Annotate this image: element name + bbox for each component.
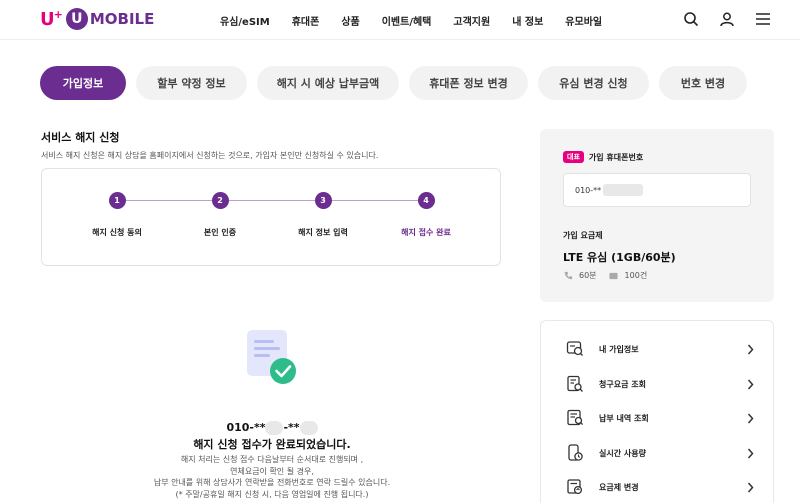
call-allowance: 60분: [579, 271, 597, 280]
step-label: 해지 접수 완료: [401, 228, 451, 237]
step-label: 해지 신청 동의: [92, 228, 142, 237]
menu-payment-history[interactable]: 납부 내역 조회: [565, 407, 755, 429]
sms-allowance: 100건: [624, 271, 648, 280]
top-header: U+ U MOBILE 유심/eSIM 휴대폰 상품 이벤트/혜택 고객지원 내…: [0, 0, 800, 40]
step-number: 4: [417, 192, 435, 209]
representative-badge: 대표: [563, 151, 584, 163]
u-circle-logo-mark: U: [65, 8, 88, 30]
umobile-logo[interactable]: U+ U MOBILE: [40, 6, 154, 32]
masked-digits: [299, 421, 318, 435]
nav-umobile[interactable]: 유모바일: [565, 13, 602, 28]
step-3: 3 해지 정보 입력: [268, 192, 378, 238]
phone-label: 가입 휴대폰번호: [588, 152, 644, 162]
account-tabs: 가입정보 할부 약정 정보 해지 시 예상 납부금액 휴대폰 정보 변경 유심 …: [40, 66, 747, 100]
account-summary-card: 대표 가입 휴대폰번호 010-** 가입 요금제 LTE 유심 (1GB/60…: [540, 129, 774, 302]
nav-support[interactable]: 고객지원: [453, 13, 490, 28]
message-icon: [609, 271, 619, 281]
chevron-right-icon: [745, 343, 755, 355]
masked-digits: [265, 421, 284, 435]
menu-icon[interactable]: [752, 8, 774, 30]
phone-number-select[interactable]: 010-**: [563, 173, 751, 207]
realtime-usage-icon: [565, 443, 585, 463]
menu-subscription-info[interactable]: 내 가입정보: [565, 338, 755, 360]
nav-events[interactable]: 이벤트/혜택: [382, 13, 432, 28]
chevron-right-icon: [745, 378, 755, 390]
plan-change-icon: [565, 477, 585, 497]
completion-notice: 해지 처리는 신청 접수 다음날부터 순서대로 진행되며 , 연체요금이 확인 …: [153, 455, 391, 499]
section-description: 서비스 해지 신청은 해지 상담을 홈페이지에서 신청하는 것으로, 가입자 본…: [41, 151, 379, 160]
plan-label: 가입 요금제: [563, 231, 603, 240]
section-title: 서비스 해지 신청: [41, 131, 120, 144]
user-icon[interactable]: [716, 8, 738, 30]
nav-products[interactable]: 상품: [341, 13, 359, 28]
step-label: 본인 인증: [203, 228, 237, 237]
representative-phone-header: 대표 가입 휴대폰번호: [563, 151, 643, 163]
plan-name: LTE 유심 (1GB/60분): [563, 251, 676, 264]
tab-number-change[interactable]: 번호 변경: [659, 66, 747, 100]
tab-subscription-info[interactable]: 가입정보: [40, 66, 126, 100]
completion-title: 해지 신청 접수가 완료되었습니다.: [193, 438, 351, 451]
menu-realtime-usage[interactable]: 실시간 사용량: [565, 442, 755, 464]
main-nav: 유심/eSIM 휴대폰 상품 이벤트/혜택 고객지원 내 정보 유모바일: [220, 0, 624, 40]
header-icons: [680, 8, 774, 30]
completed-document-icon: [245, 328, 299, 386]
menu-bill-inquiry[interactable]: 청구요금 조회: [565, 373, 755, 395]
nav-my-info[interactable]: 내 정보: [512, 13, 543, 28]
nav-usim-esim[interactable]: 유심/eSIM: [220, 13, 270, 28]
tab-installment-info[interactable]: 할부 약정 정보: [136, 66, 247, 100]
step-number: 1: [108, 192, 126, 209]
step-4: 4 해지 접수 완료: [371, 192, 481, 238]
nav-phone[interactable]: 휴대폰: [292, 13, 320, 28]
step-2: 2 본인 인증: [165, 192, 275, 238]
search-icon[interactable]: [680, 8, 702, 30]
chevron-right-icon: [745, 481, 755, 493]
step-number: 2: [211, 192, 229, 209]
step-label: 해지 정보 입력: [298, 228, 348, 237]
chevron-right-icon: [745, 447, 755, 459]
masked-digits: [603, 184, 644, 196]
tab-phone-info-change[interactable]: 휴대폰 정보 변경: [409, 66, 528, 100]
payment-history-icon: [565, 408, 585, 428]
masked-phone-number: 010-** -**: [200, 421, 344, 435]
progress-steps: 1 해지 신청 동의 2 본인 인증 3 해지 정보 입력 4 해지 접수 완료: [41, 168, 501, 266]
phone-call-icon: [563, 271, 573, 281]
tab-usim-change[interactable]: 유심 변경 신청: [538, 66, 649, 100]
plan-allowance: 60분 100건: [563, 270, 647, 281]
brand-text: MOBILE: [89, 10, 155, 28]
step-number: 3: [314, 192, 332, 209]
bill-search-icon: [565, 374, 585, 394]
tab-termination-estimate[interactable]: 해지 시 예상 납부금액: [257, 66, 399, 100]
subscription-info-icon: [565, 339, 585, 359]
chevron-right-icon: [745, 412, 755, 424]
uplus-logo-mark: U+: [40, 8, 63, 30]
step-1: 1 해지 신청 동의: [62, 192, 172, 238]
quick-menu-card: 내 가입정보 청구요금 조회 납부 내역 조회 실시간 사용량 요금제 변경: [540, 320, 774, 503]
menu-plan-change[interactable]: 요금제 변경: [565, 476, 755, 498]
